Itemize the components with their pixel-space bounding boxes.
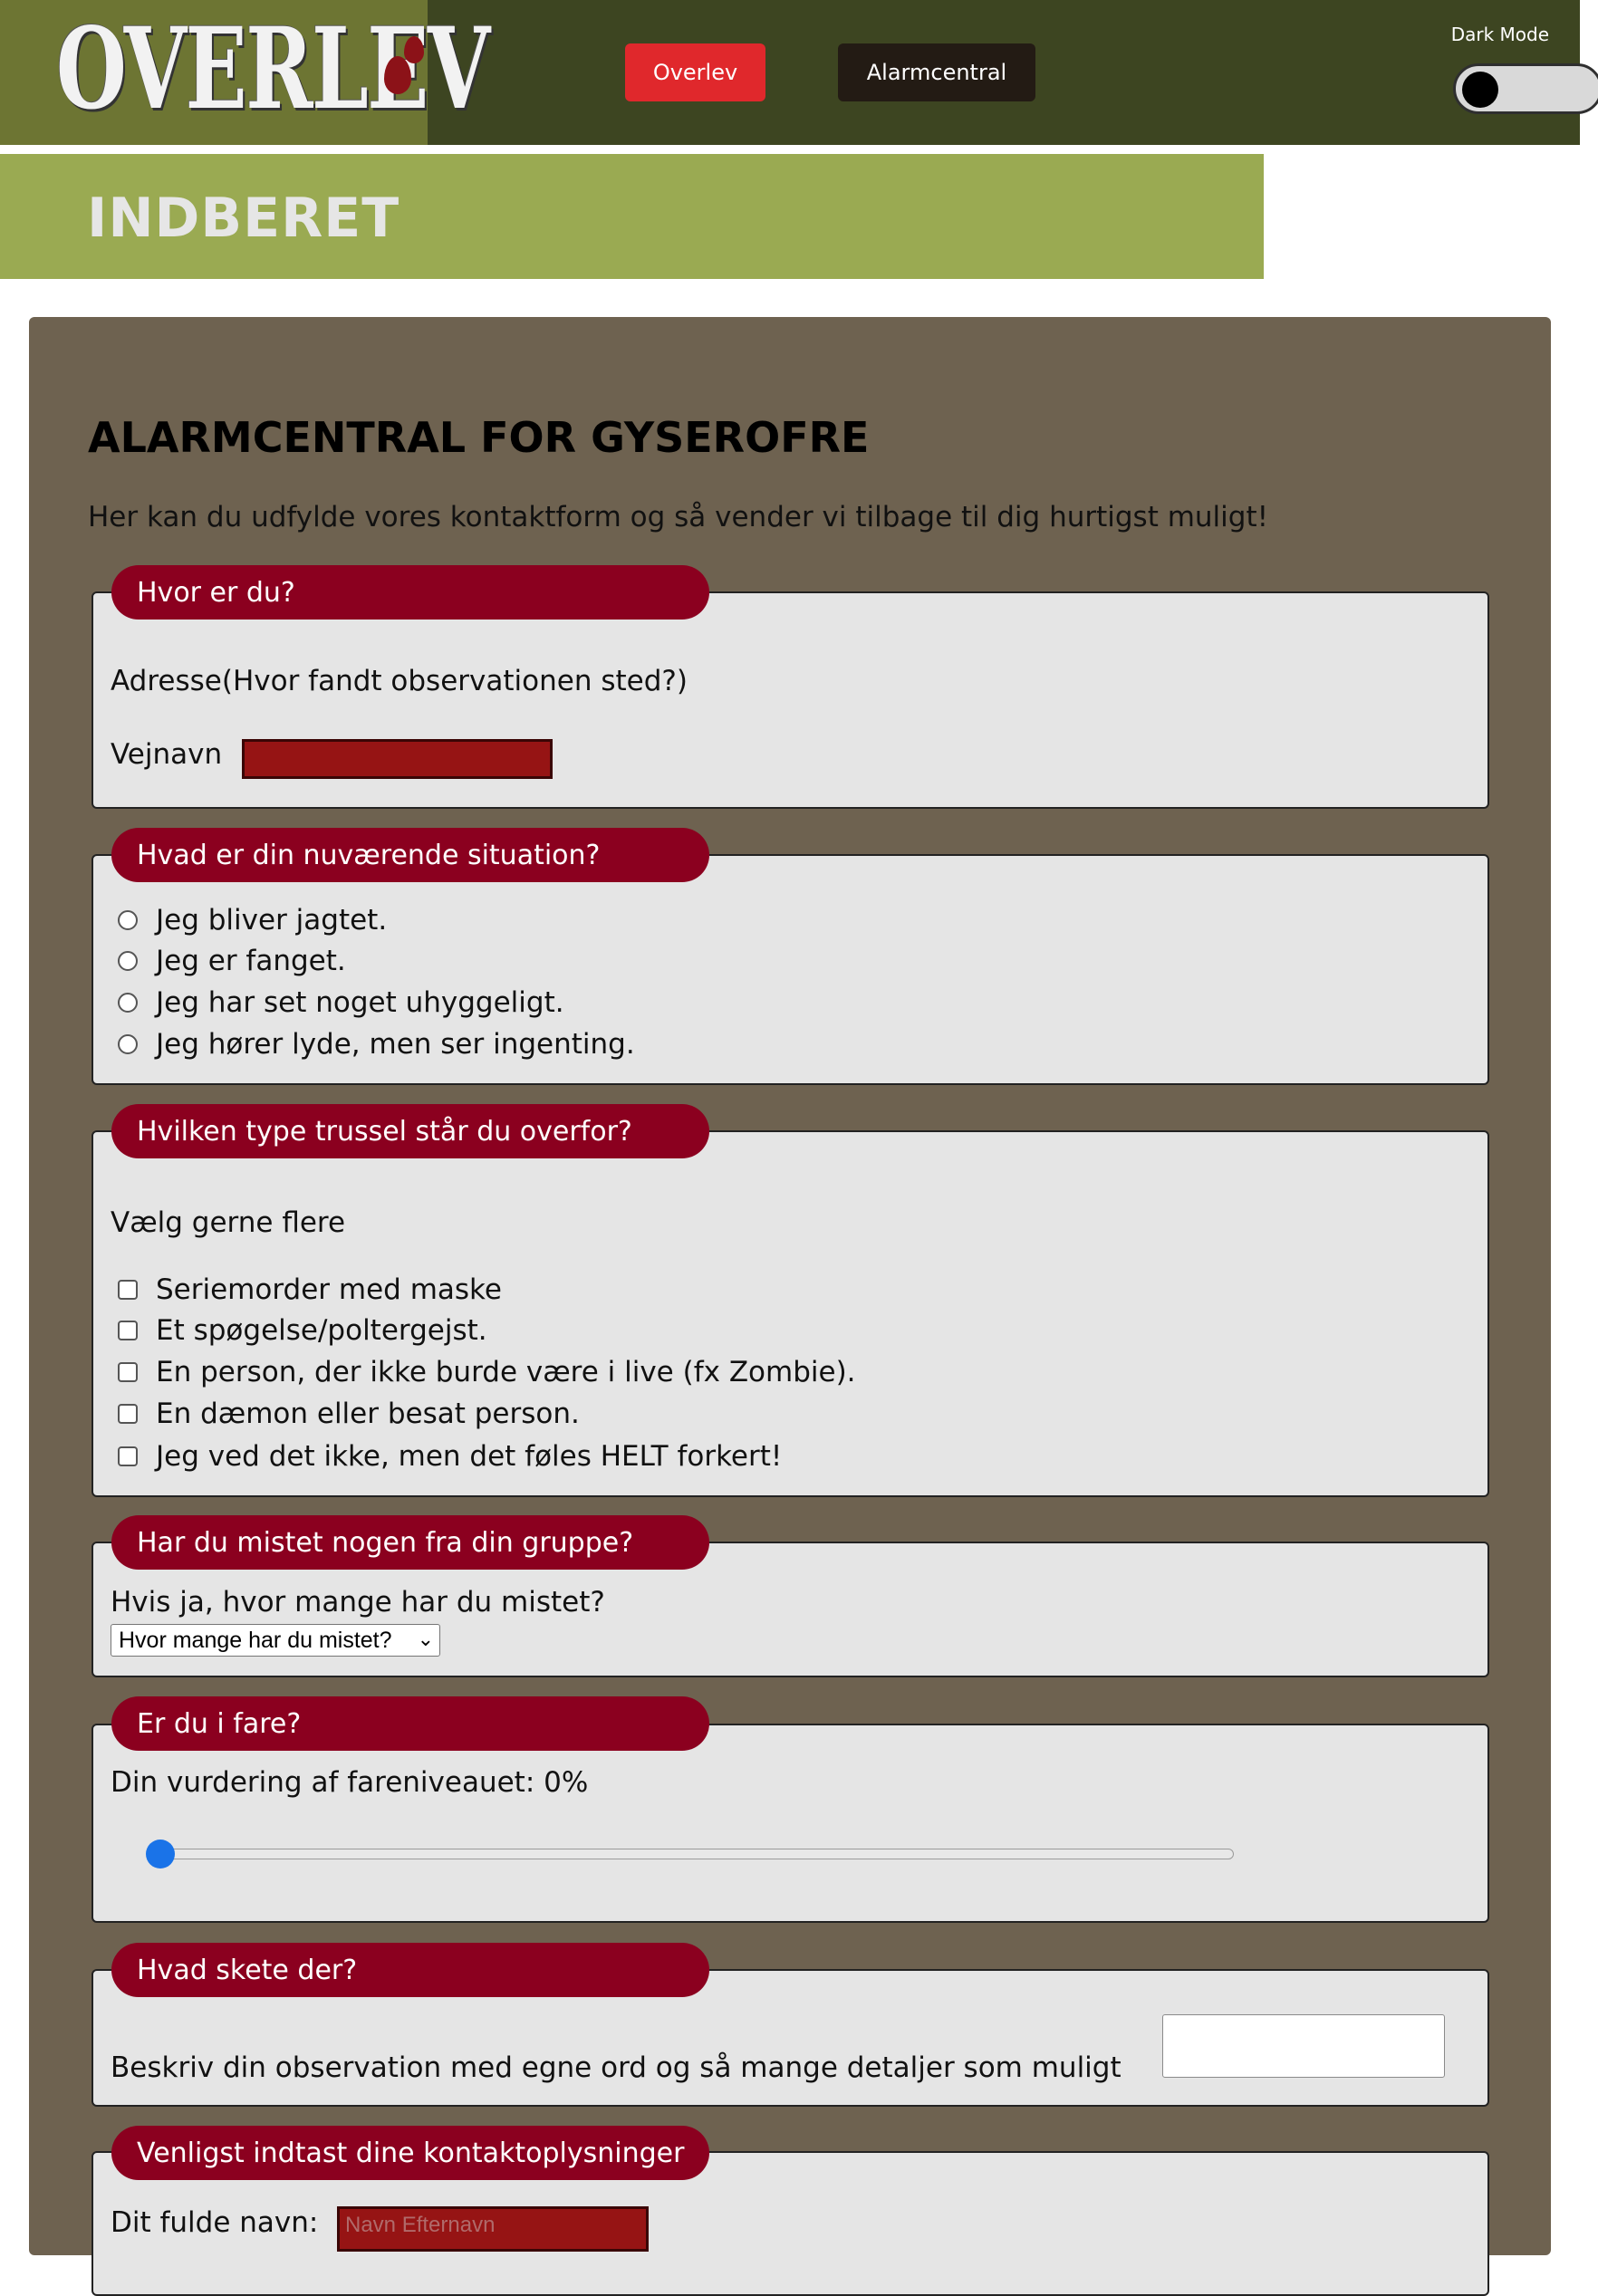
threat-legend: Hvilken type trussel står du overfor? [111, 1104, 709, 1158]
option-label: Jeg hører lyde, men ser ingenting. [156, 1028, 635, 1061]
chevron-down-icon: ⌄ [417, 1628, 434, 1650]
what-label: Beskriv din observation med egne ord og … [111, 2051, 1121, 2084]
nav-alarmcentral-button[interactable]: Alarmcentral [838, 43, 1035, 101]
situation-option[interactable]: Jeg har set noget uhyggeligt. [118, 986, 564, 1019]
blood-drop-icon [384, 56, 411, 94]
option-label: Seriemorder med maske [156, 1273, 502, 1306]
radio-button[interactable] [118, 1034, 138, 1054]
name-label: Dit fulde navn: [111, 2206, 319, 2239]
contact-legend: Venligst indtast dine kontaktoplysninger [111, 2126, 709, 2180]
lost-legend: Har du mistet nogen fra din gruppe? [111, 1515, 709, 1570]
danger-slider[interactable] [159, 1849, 1234, 1859]
radio-button[interactable] [118, 910, 138, 930]
checkbox[interactable] [118, 1404, 138, 1424]
danger-label: Din vurdering af fareniveauet: 0% [111, 1766, 589, 1799]
situation-option[interactable]: Jeg bliver jagtet. [118, 904, 387, 937]
option-label: Jeg har set noget uhyggeligt. [156, 986, 564, 1019]
option-label: Et spøgelse/poltergejst. [156, 1314, 487, 1347]
threat-option[interactable]: En person, der ikke burde være i live (f… [118, 1356, 856, 1388]
blood-drop-icon [404, 36, 424, 63]
what-legend: Hvad skete der? [111, 1943, 709, 1997]
lost-question: Hvis ja, hvor mange har du mistet? [111, 1586, 605, 1619]
option-label: Jeg bliver jagtet. [156, 904, 388, 937]
dark-mode-toggle[interactable] [1453, 63, 1598, 114]
option-label: En person, der ikke burde være i live (f… [156, 1356, 856, 1388]
threat-option[interactable]: Seriemorder med maske [118, 1273, 502, 1306]
page-banner: INDBERET [0, 154, 1264, 279]
toggle-knob [1462, 72, 1498, 108]
danger-legend: Er du i fare? [111, 1696, 709, 1751]
situation-legend: Hvad er din nuværende situation? [111, 828, 709, 882]
observation-textarea[interactable] [1162, 2014, 1445, 2078]
checkbox[interactable] [118, 1362, 138, 1382]
option-label: En dæmon eller besat person. [156, 1398, 580, 1430]
option-label: Jeg er fanget. [156, 945, 346, 977]
address-label: Adresse(Hvor fandt observationen sted?) [111, 665, 688, 697]
full-name-input[interactable]: Navn Efternavn [337, 2206, 649, 2252]
situation-option[interactable]: Jeg hører lyde, men ser ingenting. [118, 1028, 635, 1061]
threat-option[interactable]: En dæmon eller besat person. [118, 1398, 580, 1430]
threat-option[interactable]: Et spøgelse/poltergejst. [118, 1314, 487, 1347]
street-label: Vejnavn [111, 738, 223, 771]
form-title: ALARMCENTRAL FOR GYSEROFRE [88, 413, 870, 462]
location-legend: Hvor er du? [111, 565, 709, 620]
page-title: INDBERET [87, 187, 400, 250]
street-input[interactable] [242, 739, 553, 779]
checkbox[interactable] [118, 1280, 138, 1300]
radio-button[interactable] [118, 993, 138, 1013]
select-value: Hvor mange har du mistet? [119, 1627, 392, 1653]
option-label: Jeg ved det ikke, men det føles HELT for… [156, 1440, 783, 1473]
nav-overlev-button[interactable]: Overlev [625, 43, 765, 101]
lost-count-select[interactable]: Hvor mange har du mistet? ⌄ [111, 1624, 440, 1657]
checkbox[interactable] [118, 1446, 138, 1466]
threat-option[interactable]: Jeg ved det ikke, men det føles HELT for… [118, 1440, 782, 1473]
radio-button[interactable] [118, 951, 138, 971]
form-intro: Her kan du udfylde vores kontaktform og … [88, 501, 1269, 533]
danger-fieldset [91, 1724, 1489, 1923]
checkbox[interactable] [118, 1321, 138, 1340]
top-navigation-bar: OVERLEV Overlev Alarmcentral Dark Mode [0, 0, 1598, 145]
site-logo[interactable]: OVERLEV [0, 0, 490, 145]
slider-thumb[interactable] [146, 1840, 175, 1869]
threat-hint: Vælg gerne flere [111, 1206, 346, 1239]
dark-mode-label: Dark Mode [1450, 24, 1549, 45]
situation-option[interactable]: Jeg er fanget. [118, 945, 346, 977]
logo-text: OVERLEV [56, 4, 490, 135]
